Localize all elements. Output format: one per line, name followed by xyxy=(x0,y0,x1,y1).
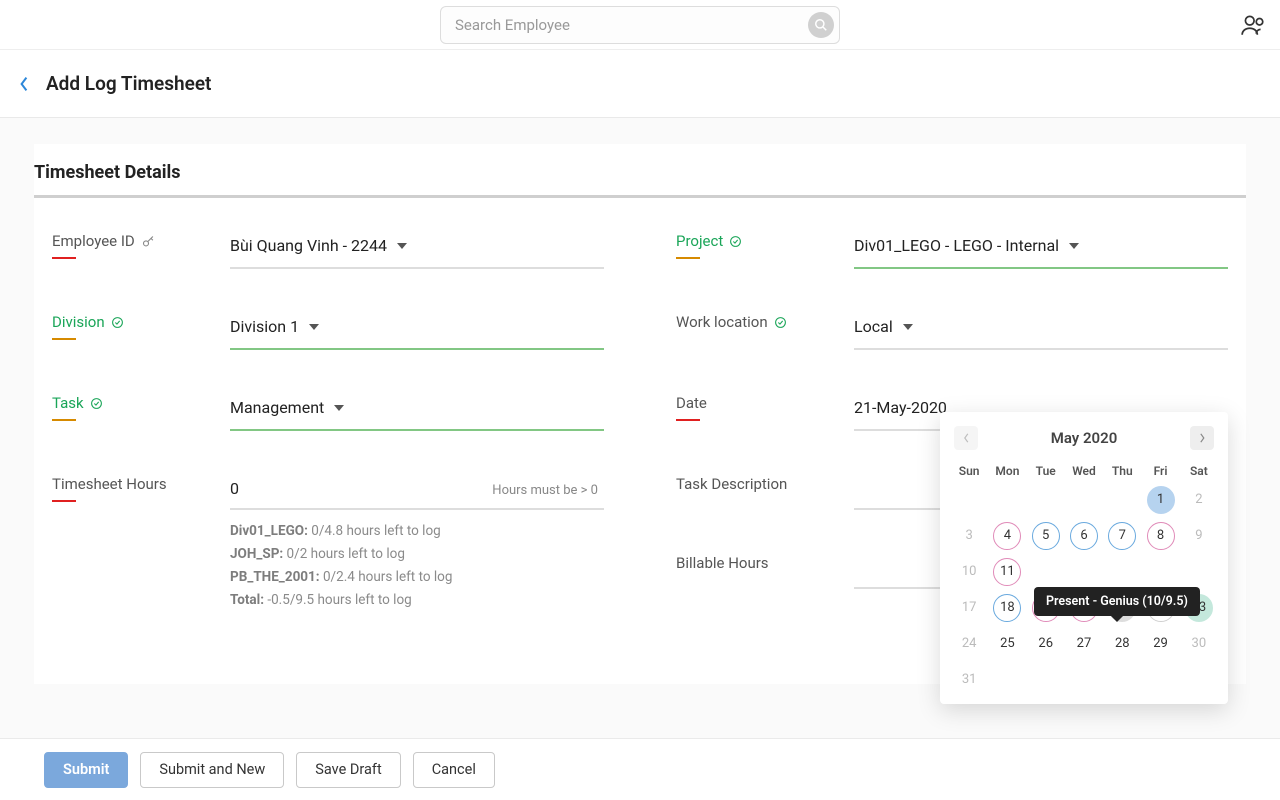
calendar-tooltip: Present - Genius (10/9.5) xyxy=(1034,587,1200,616)
calendar-day[interactable]: 11 xyxy=(993,558,1021,586)
calendar-empty xyxy=(1103,486,1141,514)
calendar-day[interactable]: 25 xyxy=(993,630,1021,658)
calendar-empty xyxy=(988,666,1026,694)
calendar-empty xyxy=(1065,558,1103,586)
cancel-button[interactable]: Cancel xyxy=(413,752,495,788)
employee-id-label: Employee ID xyxy=(52,232,230,250)
chevron-down-icon xyxy=(1069,243,1079,249)
calendar-dow: Thu xyxy=(1103,464,1141,478)
check-circle-icon xyxy=(111,316,124,329)
timesheet-hours-label: Timesheet Hours xyxy=(52,475,230,493)
calendar-day[interactable]: 18 xyxy=(993,594,1021,622)
hours-note-line: JOH_SP: 0/2 hours left to log xyxy=(230,543,604,566)
chevron-down-icon xyxy=(903,324,913,330)
project-select[interactable]: Div01_LEGO - LEGO - Internal xyxy=(854,232,1079,265)
date-input[interactable]: 21-May-2020 xyxy=(854,394,947,427)
check-circle-icon xyxy=(90,397,103,410)
calendar-day: 3 xyxy=(955,522,983,550)
action-bar: Submit Submit and New Save Draft Cancel xyxy=(0,738,1280,800)
date-picker[interactable]: May 2020 SunMonTueWedThuFriSat 12 3456789 1… xyxy=(940,412,1228,704)
calendar-day[interactable]: 5 xyxy=(1032,522,1060,550)
task-label: Task xyxy=(52,394,230,412)
page-title: Add Log Timesheet xyxy=(46,72,211,95)
calendar-empty xyxy=(1103,666,1141,694)
calendar-dow: Sat xyxy=(1180,464,1218,478)
hours-notes: Div01_LEGO: 0/4.8 hours left to logJOH_S… xyxy=(230,520,604,612)
back-button[interactable] xyxy=(10,70,38,98)
calendar-empty xyxy=(950,486,988,514)
search-wrap xyxy=(440,6,840,44)
chevron-down-icon xyxy=(309,324,319,330)
billable-hours-label: Billable Hours xyxy=(676,554,854,572)
key-icon xyxy=(141,234,156,249)
calendar-day: 30 xyxy=(1185,630,1213,658)
calendar-empty xyxy=(1065,486,1103,514)
calendar-dow: Tue xyxy=(1027,464,1065,478)
calendar-empty xyxy=(1027,486,1065,514)
calendar-day: 9 xyxy=(1185,522,1213,550)
check-circle-icon xyxy=(774,316,787,329)
calendar-day[interactable]: 27 xyxy=(1070,630,1098,658)
calendar-dow: Fri xyxy=(1141,464,1179,478)
hours-hint: Hours must be > 0 xyxy=(492,483,598,498)
calendar-prev-button[interactable] xyxy=(954,426,978,450)
calendar-day: 24 xyxy=(955,630,983,658)
calendar-day[interactable]: 8 xyxy=(1147,522,1175,550)
calendar-day[interactable]: 1 xyxy=(1147,486,1175,514)
calendar-empty xyxy=(1180,666,1218,694)
calendar-month-label: May 2020 xyxy=(1051,429,1118,447)
search-input[interactable] xyxy=(440,6,840,44)
calendar-day[interactable]: 6 xyxy=(1070,522,1098,550)
check-circle-icon xyxy=(729,235,742,248)
hours-note-line: Total: -0.5/9.5 hours left to log xyxy=(230,589,604,612)
division-select[interactable]: Division 1 xyxy=(230,313,319,346)
people-icon[interactable] xyxy=(1240,12,1266,42)
calendar-dow: Mon xyxy=(988,464,1026,478)
calendar-day[interactable]: 7 xyxy=(1108,522,1136,550)
calendar-empty xyxy=(1180,558,1218,586)
search-button[interactable] xyxy=(808,12,834,38)
calendar-day[interactable]: 4 xyxy=(993,522,1021,550)
task-description-label: Task Description xyxy=(676,475,854,493)
search-icon xyxy=(814,18,828,32)
calendar-day[interactable]: 26 xyxy=(1032,630,1060,658)
save-draft-button[interactable]: Save Draft xyxy=(296,752,400,788)
section-divider xyxy=(34,195,1246,198)
calendar-dow: Sun xyxy=(950,464,988,478)
section-title: Timesheet Details xyxy=(34,162,1246,195)
calendar-day[interactable]: 29 xyxy=(1147,630,1175,658)
calendar-empty xyxy=(988,486,1026,514)
date-label: Date xyxy=(676,394,854,412)
hours-note-line: Div01_LEGO: 0/4.8 hours left to log xyxy=(230,520,604,543)
calendar-day: 31 xyxy=(955,666,983,694)
calendar-empty xyxy=(1141,558,1179,586)
calendar-day[interactable]: 28 xyxy=(1108,630,1136,658)
chevron-down-icon xyxy=(334,405,344,411)
calendar-day: 17 xyxy=(955,594,983,622)
hours-note-line: PB_THE_2001: 0/2.4 hours left to log xyxy=(230,566,604,589)
task-select[interactable]: Management xyxy=(230,394,344,427)
calendar-empty xyxy=(1027,666,1065,694)
calendar-dow: Wed xyxy=(1065,464,1103,478)
submit-and-new-button[interactable]: Submit and New xyxy=(140,752,284,788)
work-location-label: Work location xyxy=(676,313,854,331)
calendar-next-button[interactable] xyxy=(1190,426,1214,450)
project-label: Project xyxy=(676,232,854,250)
calendar-day: 2 xyxy=(1185,486,1213,514)
calendar-empty xyxy=(1103,558,1141,586)
division-label: Division xyxy=(52,313,230,331)
calendar-empty xyxy=(1141,666,1179,694)
submit-button[interactable]: Submit xyxy=(44,752,128,788)
chevron-down-icon xyxy=(397,243,407,249)
calendar-empty xyxy=(1027,558,1065,586)
work-location-select[interactable]: Local xyxy=(854,313,913,346)
calendar-day: 10 xyxy=(955,558,983,586)
employee-id-select[interactable]: Bùi Quang Vinh - 2244 xyxy=(230,232,407,265)
calendar-empty xyxy=(1065,666,1103,694)
